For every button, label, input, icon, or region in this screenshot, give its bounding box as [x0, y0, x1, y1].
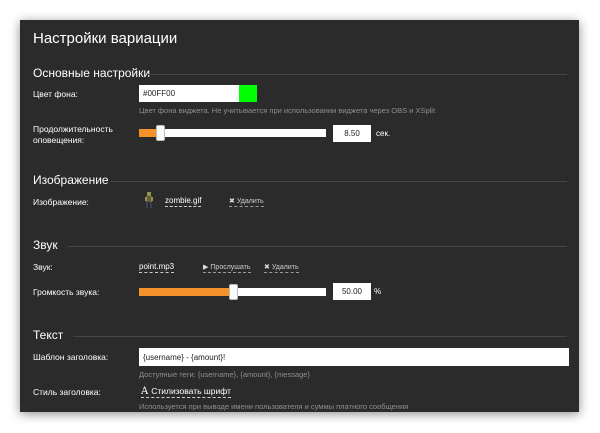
sound-listen-label: Прослушать — [210, 264, 251, 271]
volume-slider-thumb[interactable] — [229, 284, 238, 300]
play-icon: ▶ — [203, 264, 209, 271]
panel-title: Настройки вариации — [33, 30, 178, 47]
image-delete-label: Удалить — [236, 198, 264, 205]
duration-slider-thumb[interactable] — [156, 125, 165, 141]
section-text-heading: Текст — [33, 328, 64, 342]
background-color-label: Цвет фона: — [33, 89, 78, 99]
delete-x-icon: ✖ — [264, 264, 270, 271]
title-template-label: Шаблон заголовка: — [33, 352, 109, 362]
image-label: Изображение: — [33, 197, 89, 207]
image-file-link[interactable]: zombie.gif — [165, 196, 202, 207]
section-main-heading: Основные настройки — [33, 66, 151, 80]
title-style-label: Стиль заголовка: — [33, 387, 101, 397]
duration-slider[interactable] — [139, 125, 326, 141]
section-sound-divider — [68, 246, 567, 247]
sound-listen-button[interactable]: ▶ Прослушать — [203, 263, 251, 273]
background-color-swatch[interactable] — [239, 85, 257, 102]
section-main-divider — [148, 74, 567, 75]
variation-settings-panel: Настройки вариации Основные настройки Цв… — [20, 20, 579, 412]
duration-unit: сек. — [376, 129, 391, 138]
duration-label: Продолжительность оповещения: — [33, 124, 113, 146]
duration-label-line2: оповещения: — [33, 135, 85, 145]
image-delete-button[interactable]: ✖ Удалить — [229, 197, 264, 207]
volume-unit: % — [374, 287, 382, 296]
font-a-icon: A — [141, 386, 149, 397]
title-template-hint: Доступные теги: {username}, {amount}, {m… — [139, 370, 310, 379]
stylize-font-button[interactable]: A Стилизовать шрифт — [141, 386, 231, 398]
sound-label: Звук: — [33, 262, 53, 272]
sound-delete-label: Удалить — [271, 264, 299, 271]
delete-x-icon: ✖ — [229, 198, 235, 205]
section-image-heading: Изображение — [33, 173, 109, 187]
duration-label-line1: Продолжительность — [33, 124, 113, 134]
section-image-divider — [111, 181, 567, 182]
section-text-divider — [73, 336, 567, 337]
sound-delete-button[interactable]: ✖ Удалить — [264, 263, 299, 273]
section-sound-heading: Звук — [33, 238, 58, 252]
zombie-thumbnail-icon — [144, 192, 154, 210]
stylize-font-label: Стилизовать шрифт — [151, 386, 231, 396]
title-style-hint: Используется при выводе имени пользовате… — [139, 402, 409, 411]
volume-label: Громкость звука: — [33, 287, 100, 297]
background-color-hint: Цвет фона виджета. Не учитывается при ис… — [139, 106, 436, 115]
duration-value-input[interactable]: 8.50 — [333, 125, 371, 142]
sound-file-link[interactable]: point.mp3 — [139, 262, 175, 273]
volume-value-input[interactable]: 50.00 — [333, 283, 371, 300]
background-color-input[interactable] — [139, 85, 239, 102]
title-template-input[interactable] — [139, 348, 569, 366]
volume-slider-fill — [139, 288, 233, 296]
volume-slider[interactable] — [139, 284, 326, 300]
